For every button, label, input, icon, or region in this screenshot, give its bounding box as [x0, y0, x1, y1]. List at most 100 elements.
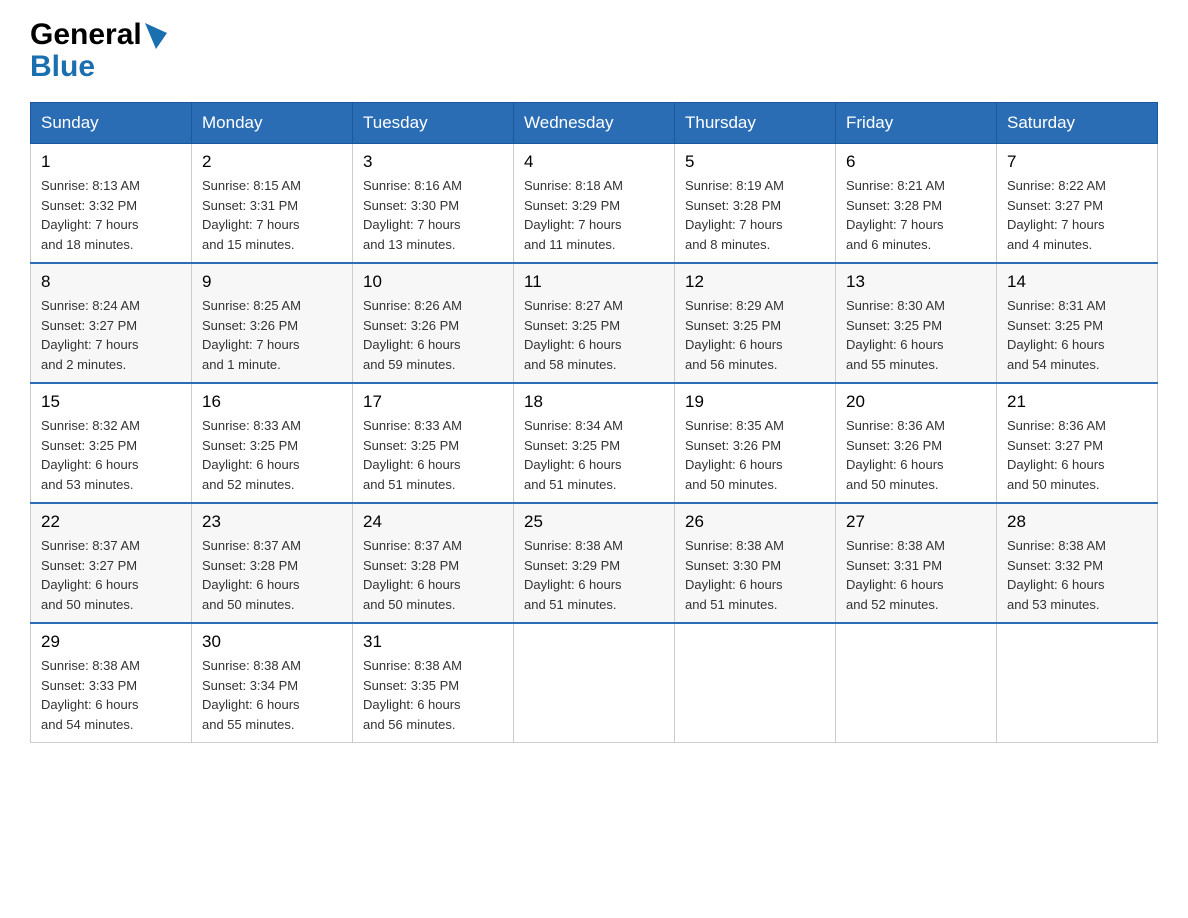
calendar-cell: 30 Sunrise: 8:38 AMSunset: 3:34 PMDaylig…: [192, 623, 353, 743]
day-info: Sunrise: 8:38 AMSunset: 3:30 PMDaylight:…: [685, 536, 825, 614]
day-number: 22: [41, 512, 181, 532]
day-info: Sunrise: 8:13 AMSunset: 3:32 PMDaylight:…: [41, 176, 181, 254]
calendar-cell: 5 Sunrise: 8:19 AMSunset: 3:28 PMDayligh…: [675, 144, 836, 264]
day-info: Sunrise: 8:38 AMSunset: 3:29 PMDaylight:…: [524, 536, 664, 614]
day-info: Sunrise: 8:36 AMSunset: 3:27 PMDaylight:…: [1007, 416, 1147, 494]
day-number: 8: [41, 272, 181, 292]
day-info: Sunrise: 8:27 AMSunset: 3:25 PMDaylight:…: [524, 296, 664, 374]
day-info: Sunrise: 8:38 AMSunset: 3:35 PMDaylight:…: [363, 656, 503, 734]
day-number: 19: [685, 392, 825, 412]
calendar-cell: 8 Sunrise: 8:24 AMSunset: 3:27 PMDayligh…: [31, 263, 192, 383]
week-row-5: 29 Sunrise: 8:38 AMSunset: 3:33 PMDaylig…: [31, 623, 1158, 743]
weekday-header-thursday: Thursday: [675, 103, 836, 144]
day-number: 6: [846, 152, 986, 172]
calendar-cell: 29 Sunrise: 8:38 AMSunset: 3:33 PMDaylig…: [31, 623, 192, 743]
day-info: Sunrise: 8:38 AMSunset: 3:31 PMDaylight:…: [846, 536, 986, 614]
weekday-header-tuesday: Tuesday: [353, 103, 514, 144]
day-info: Sunrise: 8:29 AMSunset: 3:25 PMDaylight:…: [685, 296, 825, 374]
day-info: Sunrise: 8:33 AMSunset: 3:25 PMDaylight:…: [363, 416, 503, 494]
day-info: Sunrise: 8:18 AMSunset: 3:29 PMDaylight:…: [524, 176, 664, 254]
weekday-header-sunday: Sunday: [31, 103, 192, 144]
calendar-cell: 13 Sunrise: 8:30 AMSunset: 3:25 PMDaylig…: [836, 263, 997, 383]
day-number: 9: [202, 272, 342, 292]
calendar-cell: 19 Sunrise: 8:35 AMSunset: 3:26 PMDaylig…: [675, 383, 836, 503]
day-info: Sunrise: 8:21 AMSunset: 3:28 PMDaylight:…: [846, 176, 986, 254]
day-info: Sunrise: 8:38 AMSunset: 3:33 PMDaylight:…: [41, 656, 181, 734]
day-info: Sunrise: 8:24 AMSunset: 3:27 PMDaylight:…: [41, 296, 181, 374]
calendar-cell: 21 Sunrise: 8:36 AMSunset: 3:27 PMDaylig…: [997, 383, 1158, 503]
day-number: 2: [202, 152, 342, 172]
calendar-table: SundayMondayTuesdayWednesdayThursdayFrid…: [30, 102, 1158, 743]
calendar-cell: 12 Sunrise: 8:29 AMSunset: 3:25 PMDaylig…: [675, 263, 836, 383]
calendar-cell: 23 Sunrise: 8:37 AMSunset: 3:28 PMDaylig…: [192, 503, 353, 623]
logo-arrow-icon: [145, 23, 167, 49]
calendar-cell: 11 Sunrise: 8:27 AMSunset: 3:25 PMDaylig…: [514, 263, 675, 383]
calendar-cell: 31 Sunrise: 8:38 AMSunset: 3:35 PMDaylig…: [353, 623, 514, 743]
calendar-cell: 3 Sunrise: 8:16 AMSunset: 3:30 PMDayligh…: [353, 144, 514, 264]
day-number: 29: [41, 632, 181, 652]
day-info: Sunrise: 8:37 AMSunset: 3:28 PMDaylight:…: [363, 536, 503, 614]
calendar-cell: 20 Sunrise: 8:36 AMSunset: 3:26 PMDaylig…: [836, 383, 997, 503]
calendar-cell: 9 Sunrise: 8:25 AMSunset: 3:26 PMDayligh…: [192, 263, 353, 383]
day-info: Sunrise: 8:38 AMSunset: 3:34 PMDaylight:…: [202, 656, 342, 734]
day-info: Sunrise: 8:37 AMSunset: 3:27 PMDaylight:…: [41, 536, 181, 614]
page-header: General Blue: [30, 20, 1158, 82]
day-number: 1: [41, 152, 181, 172]
calendar-cell: 17 Sunrise: 8:33 AMSunset: 3:25 PMDaylig…: [353, 383, 514, 503]
calendar-cell: 15 Sunrise: 8:32 AMSunset: 3:25 PMDaylig…: [31, 383, 192, 503]
day-number: 4: [524, 152, 664, 172]
calendar-cell: [514, 623, 675, 743]
week-row-1: 1 Sunrise: 8:13 AMSunset: 3:32 PMDayligh…: [31, 144, 1158, 264]
day-info: Sunrise: 8:16 AMSunset: 3:30 PMDaylight:…: [363, 176, 503, 254]
day-info: Sunrise: 8:35 AMSunset: 3:26 PMDaylight:…: [685, 416, 825, 494]
day-number: 27: [846, 512, 986, 532]
calendar-cell: 26 Sunrise: 8:38 AMSunset: 3:30 PMDaylig…: [675, 503, 836, 623]
calendar-cell: 25 Sunrise: 8:38 AMSunset: 3:29 PMDaylig…: [514, 503, 675, 623]
weekday-header-friday: Friday: [836, 103, 997, 144]
day-number: 12: [685, 272, 825, 292]
day-info: Sunrise: 8:22 AMSunset: 3:27 PMDaylight:…: [1007, 176, 1147, 254]
day-info: Sunrise: 8:34 AMSunset: 3:25 PMDaylight:…: [524, 416, 664, 494]
calendar-cell: 28 Sunrise: 8:38 AMSunset: 3:32 PMDaylig…: [997, 503, 1158, 623]
weekday-header-saturday: Saturday: [997, 103, 1158, 144]
day-info: Sunrise: 8:15 AMSunset: 3:31 PMDaylight:…: [202, 176, 342, 254]
day-number: 17: [363, 392, 503, 412]
week-row-3: 15 Sunrise: 8:32 AMSunset: 3:25 PMDaylig…: [31, 383, 1158, 503]
day-number: 18: [524, 392, 664, 412]
day-number: 25: [524, 512, 664, 532]
day-number: 24: [363, 512, 503, 532]
day-info: Sunrise: 8:32 AMSunset: 3:25 PMDaylight:…: [41, 416, 181, 494]
day-info: Sunrise: 8:19 AMSunset: 3:28 PMDaylight:…: [685, 176, 825, 254]
calendar-cell: 27 Sunrise: 8:38 AMSunset: 3:31 PMDaylig…: [836, 503, 997, 623]
weekday-header-monday: Monday: [192, 103, 353, 144]
day-info: Sunrise: 8:25 AMSunset: 3:26 PMDaylight:…: [202, 296, 342, 374]
calendar-cell: 6 Sunrise: 8:21 AMSunset: 3:28 PMDayligh…: [836, 144, 997, 264]
day-number: 20: [846, 392, 986, 412]
day-number: 15: [41, 392, 181, 412]
logo: General Blue: [30, 20, 167, 82]
calendar-cell: [836, 623, 997, 743]
day-number: 30: [202, 632, 342, 652]
day-number: 28: [1007, 512, 1147, 532]
week-row-2: 8 Sunrise: 8:24 AMSunset: 3:27 PMDayligh…: [31, 263, 1158, 383]
calendar-cell: 4 Sunrise: 8:18 AMSunset: 3:29 PMDayligh…: [514, 144, 675, 264]
weekday-header-row: SundayMondayTuesdayWednesdayThursdayFrid…: [31, 103, 1158, 144]
day-number: 3: [363, 152, 503, 172]
day-number: 7: [1007, 152, 1147, 172]
calendar-cell: 1 Sunrise: 8:13 AMSunset: 3:32 PMDayligh…: [31, 144, 192, 264]
calendar-cell: 18 Sunrise: 8:34 AMSunset: 3:25 PMDaylig…: [514, 383, 675, 503]
day-number: 10: [363, 272, 503, 292]
day-info: Sunrise: 8:38 AMSunset: 3:32 PMDaylight:…: [1007, 536, 1147, 614]
day-number: 23: [202, 512, 342, 532]
day-number: 5: [685, 152, 825, 172]
day-number: 21: [1007, 392, 1147, 412]
day-number: 11: [524, 272, 664, 292]
calendar-cell: [675, 623, 836, 743]
calendar-cell: 10 Sunrise: 8:26 AMSunset: 3:26 PMDaylig…: [353, 263, 514, 383]
day-number: 13: [846, 272, 986, 292]
calendar-cell: 7 Sunrise: 8:22 AMSunset: 3:27 PMDayligh…: [997, 144, 1158, 264]
day-number: 16: [202, 392, 342, 412]
day-info: Sunrise: 8:33 AMSunset: 3:25 PMDaylight:…: [202, 416, 342, 494]
day-info: Sunrise: 8:37 AMSunset: 3:28 PMDaylight:…: [202, 536, 342, 614]
week-row-4: 22 Sunrise: 8:37 AMSunset: 3:27 PMDaylig…: [31, 503, 1158, 623]
